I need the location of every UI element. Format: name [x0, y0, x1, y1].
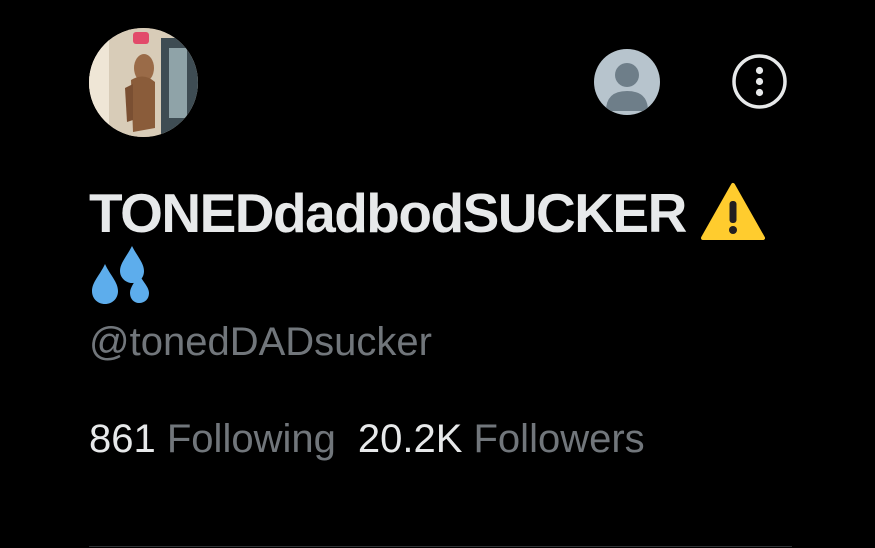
profile-handle: @tonedDADsucker	[89, 320, 432, 364]
following-count: 861	[89, 417, 156, 461]
more-options-button[interactable]	[731, 53, 788, 110]
default-avatar-icon	[606, 63, 648, 111]
profile-avatar[interactable]	[89, 28, 198, 137]
following-link[interactable]: 861 Following	[89, 417, 336, 461]
section-divider	[89, 546, 792, 547]
warning-icon	[701, 183, 765, 240]
followers-link[interactable]: 20.2K Followers	[358, 417, 645, 461]
more-options-icon	[732, 54, 787, 109]
profile-photo	[89, 28, 198, 137]
profile-stats: 861 Following 20.2K Followers	[89, 414, 645, 464]
followers-count: 20.2K	[357, 417, 463, 461]
following-label: Following	[166, 417, 336, 461]
followers-label: Followers	[473, 417, 645, 461]
sweat-droplets-icon	[92, 246, 149, 304]
account-switcher-avatar[interactable]	[594, 49, 660, 115]
